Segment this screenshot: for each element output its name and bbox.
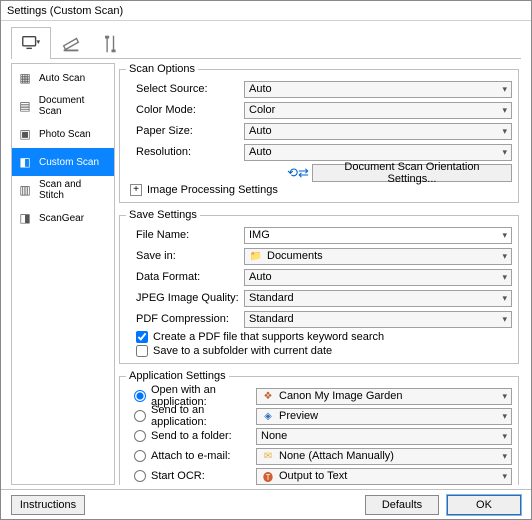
file-name-field[interactable]: IMG <box>244 227 512 244</box>
top-tabs <box>11 27 521 59</box>
application-settings-legend: Application Settings <box>126 370 229 382</box>
preview-app-icon: ◈ <box>261 410 275 422</box>
body-row: ▦ Auto Scan ▤ Document Scan ▣ Photo Scan… <box>11 63 521 485</box>
jpeg-quality-label: JPEG Image Quality: <box>126 292 244 304</box>
stitch-icon: ▥ <box>17 182 33 198</box>
sidebar-item-label: Document Scan <box>39 95 109 117</box>
send-app-radio[interactable]: Send to an application: <box>126 404 256 428</box>
send-folder-radio[interactable]: Send to a folder: <box>126 430 256 442</box>
resolution-label: Resolution: <box>126 146 244 158</box>
open-with-dropdown[interactable]: ❖ Canon My Image Garden <box>256 388 512 405</box>
tab-scan-from-panel[interactable] <box>51 27 91 59</box>
plus-icon: + <box>130 184 142 196</box>
tab-scan-from-computer[interactable] <box>11 27 51 59</box>
send-folder-radio-input[interactable] <box>134 430 146 442</box>
select-source-label: Select Source: <box>126 83 244 95</box>
auto-scan-icon: ▦ <box>17 70 33 86</box>
start-ocr-radio-input[interactable] <box>134 470 146 482</box>
file-name-label: File Name: <box>126 229 244 241</box>
subfolder-checkbox-input[interactable] <box>136 345 148 357</box>
image-processing-label: Image Processing Settings <box>147 184 278 196</box>
sidebar-item-label: ScanGear <box>39 213 84 224</box>
sidebar-item-custom-scan[interactable]: ◧ Custom Scan <box>12 148 114 176</box>
save-settings-legend: Save Settings <box>126 209 200 221</box>
color-mode-dropdown[interactable]: Color <box>244 102 512 119</box>
mail-icon: ✉ <box>261 450 275 462</box>
footer: Instructions Defaults OK <box>1 489 531 519</box>
select-source-dropdown[interactable]: Auto <box>244 81 512 98</box>
custom-scan-icon: ◧ <box>17 154 33 170</box>
sidebar: ▦ Auto Scan ▤ Document Scan ▣ Photo Scan… <box>11 63 115 485</box>
attach-email-dropdown[interactable]: ✉ None (Attach Manually) <box>256 448 512 465</box>
sidebar-item-label: Scan and Stitch <box>39 179 109 201</box>
send-folder-dropdown[interactable]: None <box>256 428 512 445</box>
tab-general-settings[interactable] <box>91 27 131 59</box>
data-format-label: Data Format: <box>126 271 244 283</box>
scan-options-legend: Scan Options <box>126 63 198 75</box>
scangear-icon: ◨ <box>17 210 33 226</box>
data-format-dropdown[interactable]: Auto <box>244 269 512 286</box>
sidebar-item-scangear[interactable]: ◨ ScanGear <box>12 204 114 232</box>
paper-size-dropdown[interactable]: Auto <box>244 123 512 140</box>
color-mode-label: Color Mode: <box>126 104 244 116</box>
pdf-keyword-checkbox-input[interactable] <box>136 331 148 343</box>
application-settings-group: Application Settings Open with an applic… <box>119 370 519 485</box>
save-in-label: Save in: <box>126 250 244 262</box>
settings-window: Settings (Custom Scan) <box>0 0 532 520</box>
resolution-dropdown[interactable]: Auto <box>244 144 512 161</box>
scan-options-group: Scan Options Select Source: Auto Color M… <box>119 63 519 203</box>
ok-button[interactable]: OK <box>447 495 521 515</box>
reset-crop-icon[interactable]: ⟲⇄ <box>290 165 306 181</box>
attach-email-radio-input[interactable] <box>134 450 146 462</box>
open-with-radio-input[interactable] <box>134 390 146 402</box>
tools-icon <box>100 33 122 55</box>
pdf-compression-dropdown[interactable]: Standard <box>244 311 512 328</box>
folder-icon: 📁 <box>249 250 263 262</box>
window-title: Settings (Custom Scan) <box>1 1 531 21</box>
send-app-dropdown[interactable]: ◈ Preview <box>256 408 512 425</box>
sidebar-item-label: Auto Scan <box>39 73 85 84</box>
image-processing-expander[interactable]: + Image Processing Settings <box>130 184 512 196</box>
sidebar-item-auto-scan[interactable]: ▦ Auto Scan <box>12 64 114 92</box>
start-ocr-radio[interactable]: Start OCR: <box>126 470 256 482</box>
instructions-button[interactable]: Instructions <box>11 495 85 515</box>
defaults-button[interactable]: Defaults <box>365 495 439 515</box>
scanner-icon <box>60 33 82 55</box>
attach-email-radio[interactable]: Attach to e-mail: <box>126 450 256 462</box>
save-settings-group: Save Settings File Name: IMG Save in: 📁 … <box>119 209 519 364</box>
text-icon: 🅣 <box>261 470 275 482</box>
app-icon: ❖ <box>261 390 275 402</box>
sidebar-item-label: Photo Scan <box>39 129 91 140</box>
pdf-compression-label: PDF Compression: <box>126 313 244 325</box>
jpeg-quality-dropdown[interactable]: Standard <box>244 290 512 307</box>
start-ocr-dropdown[interactable]: 🅣 Output to Text <box>256 468 512 485</box>
document-scan-icon: ▤ <box>17 98 33 114</box>
subfolder-checkbox[interactable]: Save to a subfolder with current date <box>136 345 512 357</box>
pdf-keyword-checkbox[interactable]: Create a PDF file that supports keyword … <box>136 331 512 343</box>
paper-size-label: Paper Size: <box>126 125 244 137</box>
sidebar-item-label: Custom Scan <box>39 157 99 168</box>
send-app-radio-input[interactable] <box>134 410 146 422</box>
main-panel: Scan Options Select Source: Auto Color M… <box>119 63 521 485</box>
sidebar-item-photo-scan[interactable]: ▣ Photo Scan <box>12 120 114 148</box>
sidebar-item-scan-and-stitch[interactable]: ▥ Scan and Stitch <box>12 176 114 204</box>
orientation-settings-button[interactable]: Document Scan Orientation Settings... <box>312 164 512 182</box>
save-in-dropdown[interactable]: 📁 Documents <box>244 248 512 265</box>
sidebar-item-document-scan[interactable]: ▤ Document Scan <box>12 92 114 120</box>
content-area: ▦ Auto Scan ▤ Document Scan ▣ Photo Scan… <box>1 21 531 489</box>
monitor-scan-icon <box>20 33 42 55</box>
photo-scan-icon: ▣ <box>17 126 33 142</box>
